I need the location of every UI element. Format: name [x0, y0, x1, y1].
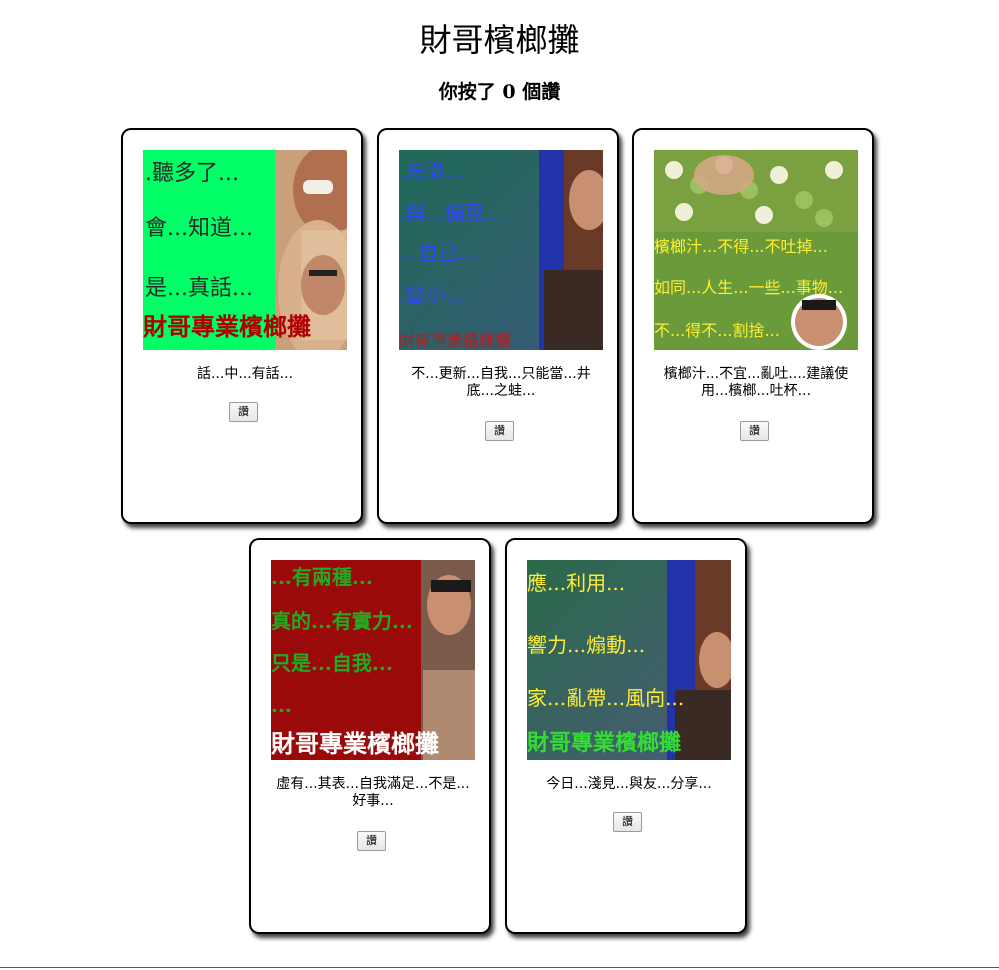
card-1-image-line-1: .聽多了... — [145, 161, 239, 186]
card-5-image-line-1: 應...利用... — [527, 571, 625, 595]
card-3-like-button[interactable]: 讚 — [740, 421, 769, 441]
card-5-image: 應...利用... 響力...煽動... 家...亂帶...風向... 財哥專業… — [527, 560, 731, 760]
card-4: ...有兩種... 真的...有實力... 只是...自我... ... 財哥專… — [249, 538, 491, 934]
card-1-image-line-3: 是...真話... — [145, 276, 253, 301]
card-2-image-line-5: 財哥專業檳榔攤 — [399, 331, 511, 350]
card-5-image-line-2: 響力...煽動... — [527, 633, 645, 657]
card-5-image-line-3: 家...亂帶...風向... — [527, 686, 684, 710]
card-1: .聽多了... 會...知道... 是...真話... 財哥專業檳榔攤 話...… — [121, 128, 363, 524]
card-2-image-line-1: .充滿... — [399, 159, 464, 183]
like-counter: 你按了 0 個讚 — [438, 81, 561, 103]
card-1-image-line-2: 會...知道... — [145, 216, 253, 241]
card-2-caption: 不...更新...自我...只能當...井底...之蛙... — [411, 366, 591, 399]
card-3-caption: 檳榔汁...不宜...亂吐....建議使用...檳榔...吐杯... — [663, 366, 849, 399]
card-2-like-button[interactable]: 讚 — [485, 421, 514, 441]
card-3-image-line-1: 檳榔汁...不得...不吐掉... — [654, 237, 828, 256]
card-2-image-line-3: ...自己... — [399, 241, 477, 265]
card-5-image-line-4: 財哥專業檳榔攤 — [527, 730, 681, 756]
card-4-image-line-1: ...有兩種... — [271, 565, 373, 589]
card-5: 應...利用... 響力...煽動... 家...亂帶...風向... 財哥專業… — [505, 538, 747, 934]
card-2-image-line-2: .與...偏見... — [399, 201, 504, 225]
card-1-image: .聽多了... 會...知道... 是...真話... 財哥專業檳榔攤 — [143, 150, 347, 350]
card-2-image-line-4: .變小... — [399, 283, 464, 307]
card-3-image-line-2: 如同...人生...一些...事物... — [654, 278, 843, 297]
card-1-image-line-4: 財哥專業檳榔攤 — [143, 312, 311, 341]
card-3: 檳榔汁...不得...不吐掉... 如同...人生...一些...事物... 不… — [632, 128, 874, 524]
card-4-image: ...有兩種... 真的...有實力... 只是...自我... ... 財哥專… — [271, 560, 475, 760]
card-4-like-button[interactable]: 讚 — [357, 831, 386, 851]
card-4-caption: 虛有...其表...自我滿足...不是...好事... — [276, 776, 470, 809]
bottom-divider — [0, 967, 999, 968]
card-4-image-line-3: 只是...自我... — [271, 651, 393, 675]
card-2: .充滿... .與...偏見... ...自己... .變小... 財哥專業檳榔… — [377, 128, 619, 524]
card-4-image-line-5: 財哥專業檳榔攤 — [271, 729, 439, 758]
card-3-image: 檳榔汁...不得...不吐掉... 如同...人生...一些...事物... 不… — [654, 150, 858, 350]
page-title: 財哥檳榔攤 — [419, 21, 580, 59]
card-2-image: .充滿... .與...偏見... ...自己... .變小... 財哥專業檳榔… — [399, 150, 603, 350]
card-5-like-button[interactable]: 讚 — [613, 812, 642, 832]
card-3-image-line-3: 不...得不...割捨... — [654, 321, 780, 340]
card-4-image-line-4: ... — [271, 693, 292, 717]
card-4-image-line-2: 真的...有實力... — [271, 609, 413, 633]
card-1-caption: 話...中...有話... — [196, 366, 294, 382]
card-1-like-button[interactable]: 讚 — [229, 402, 258, 422]
card-5-caption: 今日...淺見...與友...分享... — [546, 776, 712, 792]
